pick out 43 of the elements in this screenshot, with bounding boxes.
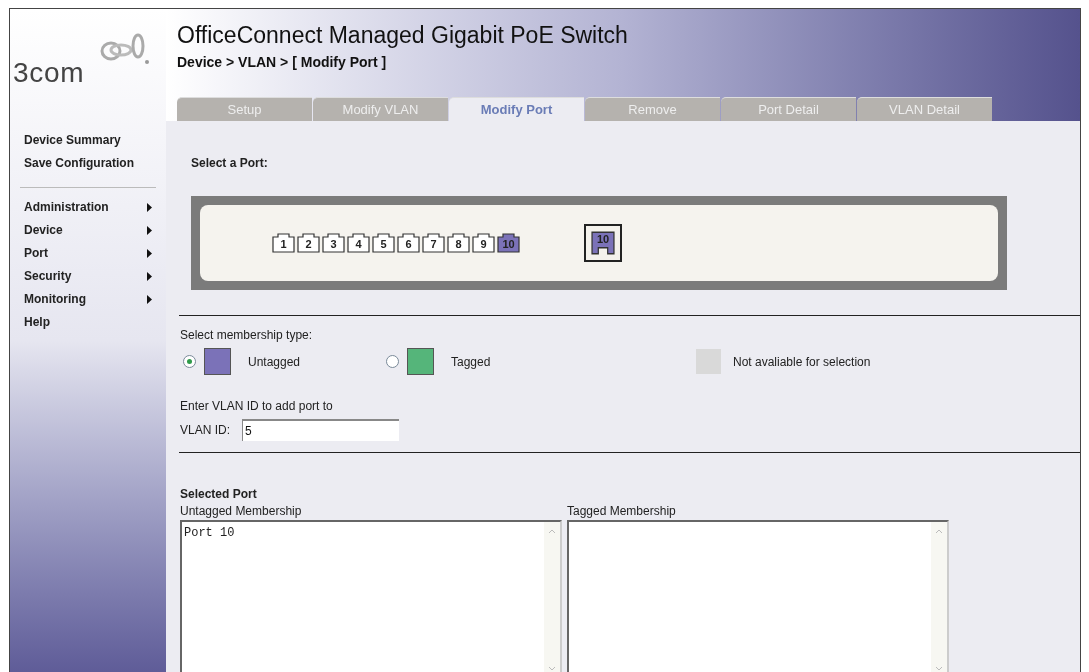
port-button[interactable]: 2 — [297, 233, 320, 253]
list-entry[interactable]: Port 10 — [184, 524, 235, 542]
vlan-id-field[interactable]: 5 — [242, 419, 399, 441]
port-button[interactable]: 5 — [372, 233, 395, 253]
membership-list-box[interactable] — [567, 520, 949, 672]
sidebar-menu-item[interactable]: Port — [24, 242, 152, 265]
vlan-id-label: VLAN ID: — [180, 422, 230, 439]
radio-button[interactable] — [183, 355, 196, 368]
submenu-arrow-icon — [147, 226, 152, 235]
legend-label: Not avaliable for selection — [733, 353, 871, 371]
section-label: Select a Port: — [191, 155, 269, 172]
breadcrumb: Device > VLAN > [ Modify Port ] — [177, 53, 388, 72]
port-button[interactable]: 10 — [584, 224, 622, 262]
sidebar-link[interactable]: Save Configuration — [24, 152, 134, 175]
company-logo-text: 3com — [12, 59, 85, 87]
option-label: Untagged — [248, 353, 301, 371]
port-button[interactable]: 9 — [472, 233, 495, 253]
membership-list-box[interactable]: Port 10 — [180, 520, 562, 672]
submenu-arrow-icon — [147, 249, 152, 258]
vlan-prompt: Enter VLAN ID to add port to — [180, 398, 334, 415]
port-button[interactable]: 8 — [447, 233, 470, 253]
port-button[interactable]: 1 — [272, 233, 295, 253]
option-label: Tagged — [451, 353, 491, 371]
port-button[interactable]: 6 — [397, 233, 420, 253]
sidebar-menu-item[interactable]: Help — [24, 311, 152, 334]
sidebar-menu-item[interactable]: Monitoring — [24, 288, 152, 311]
list-label: Tagged Membership — [567, 503, 677, 520]
membership-label: Select membership type: — [180, 327, 314, 344]
port-button[interactable]: 3 — [322, 233, 345, 253]
submenu-arrow-icon — [147, 295, 152, 304]
section-title: Selected Port — [180, 486, 258, 503]
port-button[interactable]: 7 — [422, 233, 445, 253]
port-button[interactable]: 10 — [497, 233, 520, 253]
submenu-arrow-icon — [147, 203, 152, 212]
page-title: OfficeConnect Managed Gigabit PoE Switch — [177, 21, 629, 49]
sidebar-menu-item[interactable]: Administration — [24, 196, 152, 219]
sidebar-link[interactable]: Device Summary — [24, 129, 121, 152]
sidebar-menu-item[interactable]: Device — [24, 219, 152, 242]
submenu-arrow-icon — [147, 272, 152, 281]
list-label: Untagged Membership — [180, 503, 303, 520]
port-button[interactable]: 4 — [347, 233, 370, 253]
radio-button[interactable] — [386, 355, 399, 368]
sidebar-menu-item[interactable]: Security — [24, 265, 152, 288]
